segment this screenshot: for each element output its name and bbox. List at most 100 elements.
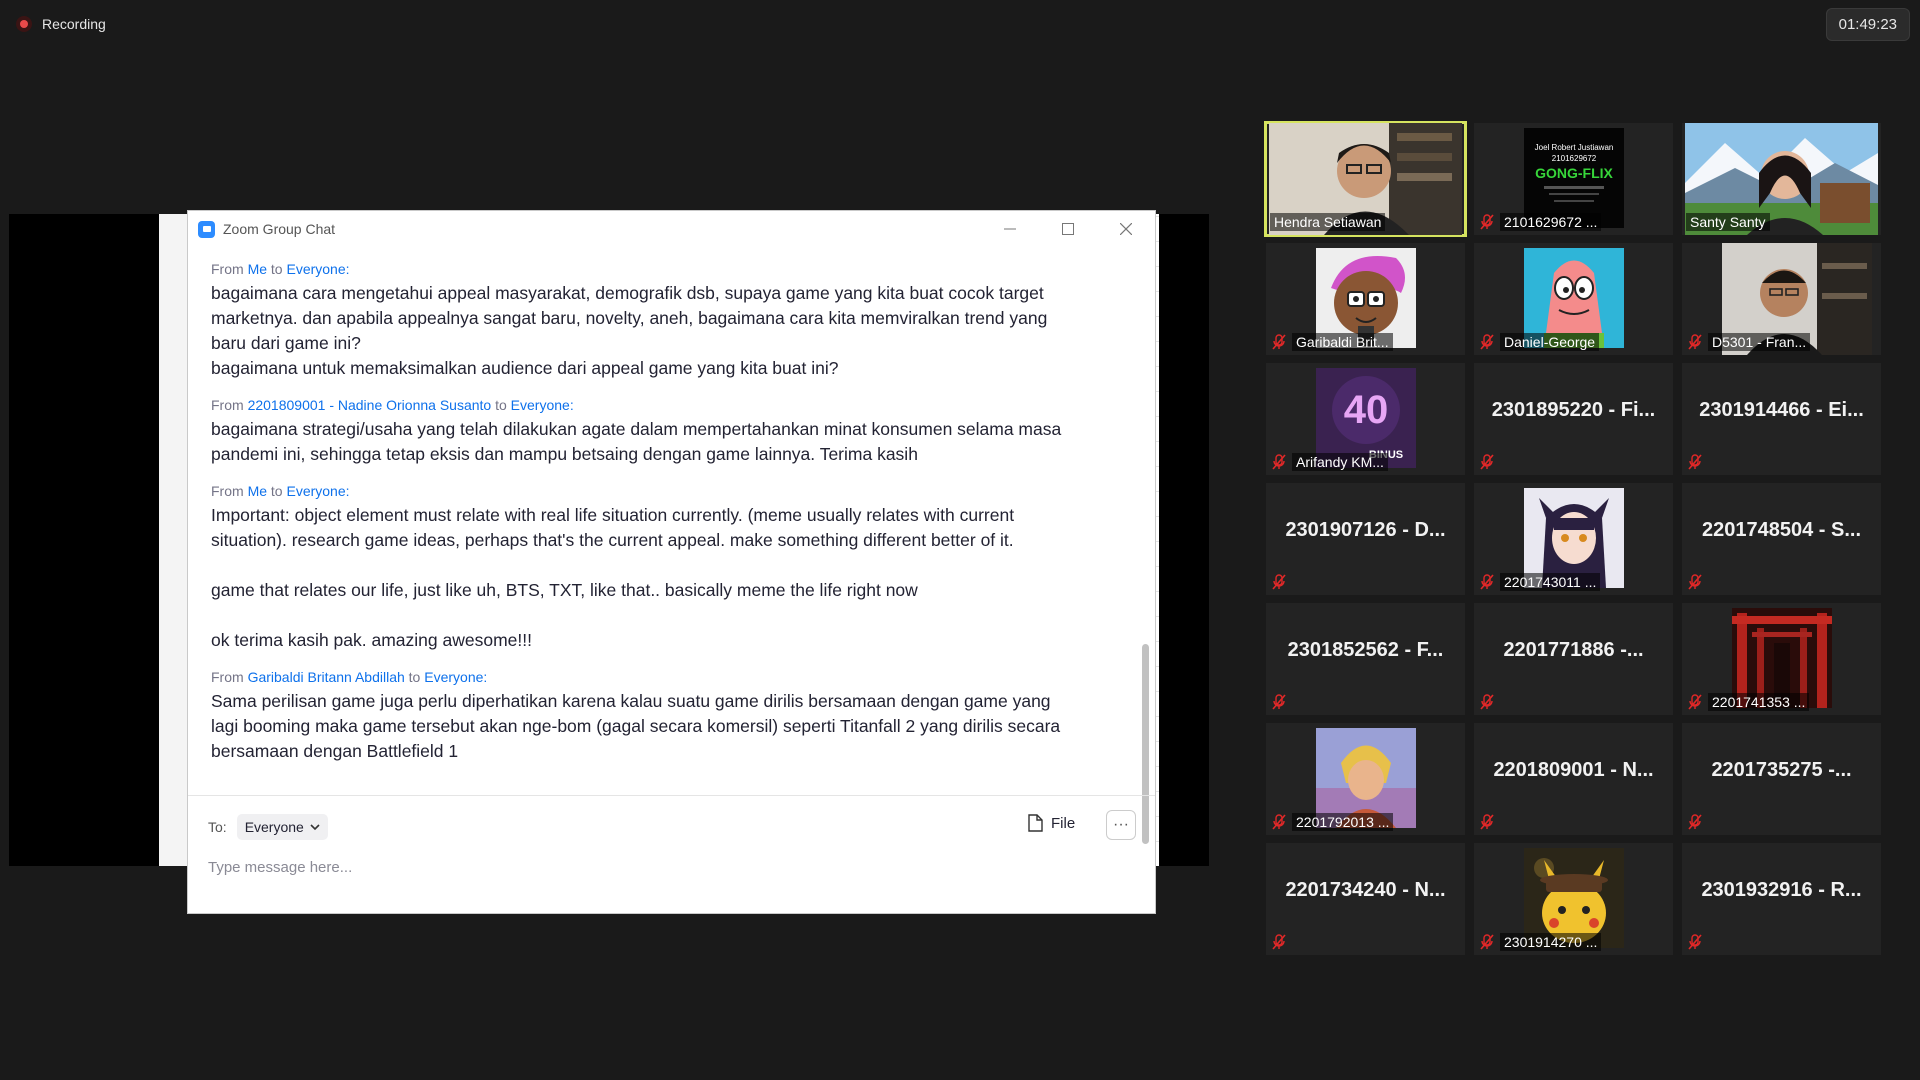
- participant-display-name: 2201809001 - N...: [1493, 759, 1654, 781]
- participant-tile[interactable]: 40BINUSArifandy KM...: [1266, 363, 1465, 475]
- chat-composer: To: Everyone File ···: [188, 795, 1155, 913]
- participant-tile[interactable]: 2301852562 - F...: [1266, 603, 1465, 715]
- participant-status-bar: 2201743011 ...: [1478, 573, 1601, 591]
- participant-tile[interactable]: 2201748504 - S...: [1682, 483, 1881, 595]
- message-header: From Garibaldi Britann Abdillah to Every…: [211, 667, 1141, 687]
- participant-status-bar: [1270, 573, 1288, 591]
- participant-display-name: 2301914466 - Ei...: [1699, 399, 1864, 421]
- recipient-dropdown[interactable]: Everyone: [236, 814, 328, 840]
- message-input[interactable]: [208, 852, 1088, 882]
- message-header: From 2201809001 - Nadine Orionna Susanto…: [211, 395, 1141, 415]
- participant-tile[interactable]: Garibaldi Brit...: [1266, 243, 1465, 355]
- participant-status-bar: D5301 - Fran...: [1686, 333, 1811, 351]
- mic-muted-icon: [1478, 573, 1496, 591]
- participant-name-label: 2201743011 ...: [1500, 573, 1601, 591]
- participant-display-name: 2201748504 - S...: [1701, 519, 1861, 541]
- message-header-text: :: [345, 261, 350, 277]
- mic-muted-icon: [1686, 333, 1704, 351]
- mic-muted-icon: [1270, 453, 1288, 471]
- participant-tile[interactable]: D5301 - Fran...: [1682, 243, 1881, 355]
- participant-status-bar: [1478, 813, 1496, 831]
- participant-tile[interactable]: 2201771886 -...: [1474, 603, 1673, 715]
- participant-tile[interactable]: Joel Robert Justiawan 2101629672 GONG-FLIX…: [1474, 123, 1673, 235]
- mic-muted-icon: [1478, 693, 1496, 711]
- participant-tile[interactable]: 2201743011 ...: [1474, 483, 1673, 595]
- chat-message: From Me to Everyone: Important: object el…: [211, 481, 1141, 653]
- recipient-name[interactable]: Everyone: [286, 261, 345, 277]
- participant-status-bar: Santy Santy: [1686, 213, 1770, 231]
- participant-status-bar: [1478, 693, 1496, 711]
- message-header-text: to: [267, 483, 287, 499]
- participant-tile[interactable]: 2301895220 - Fi...: [1474, 363, 1673, 475]
- recipient-value: Everyone: [244, 819, 304, 835]
- maximize-icon: [1062, 223, 1074, 235]
- mic-muted-icon: [1478, 933, 1496, 951]
- participant-status-bar: [1686, 453, 1704, 471]
- message-text: bagaimana strategi/usaha yang telah dila…: [211, 419, 1062, 464]
- message-header-text: to: [404, 669, 425, 685]
- message-text: Sama perilisan game juga perlu diperhati…: [211, 691, 1061, 761]
- participant-name-label: D5301 - Fran...: [1708, 333, 1811, 351]
- chat-message: From Garibaldi Britann Abdillah to Every…: [211, 667, 1141, 764]
- participant-status-bar: Daniel-George: [1478, 333, 1600, 351]
- maximize-button[interactable]: [1039, 211, 1097, 247]
- participant-display-name: 2201734240 - N...: [1285, 879, 1446, 901]
- participant-status-bar: 2101629672 ...: [1478, 213, 1602, 231]
- svg-text:40: 40: [1344, 388, 1389, 432]
- message-text: bagaimana cara mengetahui appeal masyara…: [211, 283, 1048, 378]
- mic-muted-icon: [1478, 333, 1496, 351]
- participant-display-name: 2301852562 - F...: [1287, 639, 1444, 661]
- mic-muted-icon: [1270, 693, 1288, 711]
- sender-name[interactable]: 2201809001 - Nadine Orionna Susanto: [248, 397, 492, 413]
- recording-indicator[interactable]: Recording: [16, 16, 106, 32]
- record-icon: [16, 16, 32, 32]
- sender-name[interactable]: Garibaldi Britann Abdillah: [248, 669, 405, 685]
- chat-titlebar[interactable]: Zoom Group Chat: [188, 211, 1155, 247]
- recipient-name[interactable]: Everyone: [424, 669, 483, 685]
- sender-name[interactable]: Me: [248, 483, 267, 499]
- message-header-text: From: [211, 669, 248, 685]
- participant-tile[interactable]: 2301932916 - R...: [1682, 843, 1881, 955]
- minimize-button[interactable]: [981, 211, 1039, 247]
- participant-tile[interactable]: 2201792013 ...: [1266, 723, 1465, 835]
- message-text: Important: object element must relate wi…: [211, 505, 1015, 650]
- chat-scrollbar[interactable]: [1141, 259, 1153, 844]
- participant-tile[interactable]: 2301914270 ...: [1474, 843, 1673, 955]
- participant-tile[interactable]: 2201734240 - N...: [1266, 843, 1465, 955]
- message-header-text: to: [491, 397, 511, 413]
- poster-line-1: Joel Robert Justiawan: [1535, 143, 1614, 152]
- close-button[interactable]: [1097, 211, 1155, 247]
- participant-tile[interactable]: 2201741353 ...: [1682, 603, 1881, 715]
- chat-message: From Me to Everyone: bagaimana cara menge…: [211, 259, 1141, 381]
- participant-tile[interactable]: Hendra Setiawan: [1264, 121, 1467, 237]
- minimize-icon: [1004, 228, 1016, 230]
- chat-title: Zoom Group Chat: [223, 221, 336, 237]
- chat-messages[interactable]: From Me to Everyone: bagaimana cara menge…: [188, 247, 1141, 807]
- more-options-button[interactable]: ···: [1106, 810, 1136, 840]
- sender-name[interactable]: Me: [248, 261, 267, 277]
- message-header-text: From: [211, 261, 248, 277]
- participant-name-label: Santy Santy: [1686, 213, 1770, 231]
- participant-tile[interactable]: Santy Santy: [1682, 123, 1881, 235]
- mic-muted-icon: [1686, 813, 1704, 831]
- participant-tile[interactable]: 2201809001 - N...: [1474, 723, 1673, 835]
- participant-name-label: Garibaldi Brit...: [1292, 333, 1393, 351]
- participant-tile[interactable]: Daniel-George: [1474, 243, 1673, 355]
- close-icon: [1120, 223, 1132, 235]
- participant-status-bar: 2201792013 ...: [1270, 813, 1394, 831]
- participant-status-bar: Garibaldi Brit...: [1270, 333, 1393, 351]
- recipient-name[interactable]: Everyone: [286, 483, 345, 499]
- file-icon: [1028, 814, 1043, 832]
- zoom-logo-icon: [198, 220, 215, 238]
- participant-tile[interactable]: 2301914466 - Ei...: [1682, 363, 1881, 475]
- recipient-name[interactable]: Everyone: [511, 397, 570, 413]
- mic-muted-icon: [1478, 813, 1496, 831]
- mic-muted-icon: [1270, 573, 1288, 591]
- message-header-text: :: [569, 397, 574, 413]
- mic-muted-icon: [1686, 933, 1704, 951]
- message-header-text: :: [345, 483, 350, 499]
- participant-tile[interactable]: 2201735275 -...: [1682, 723, 1881, 835]
- file-button[interactable]: File: [1028, 814, 1075, 832]
- participant-status-bar: 2201741353 ...: [1686, 693, 1810, 711]
- participant-tile[interactable]: 2301907126 - D...: [1266, 483, 1465, 595]
